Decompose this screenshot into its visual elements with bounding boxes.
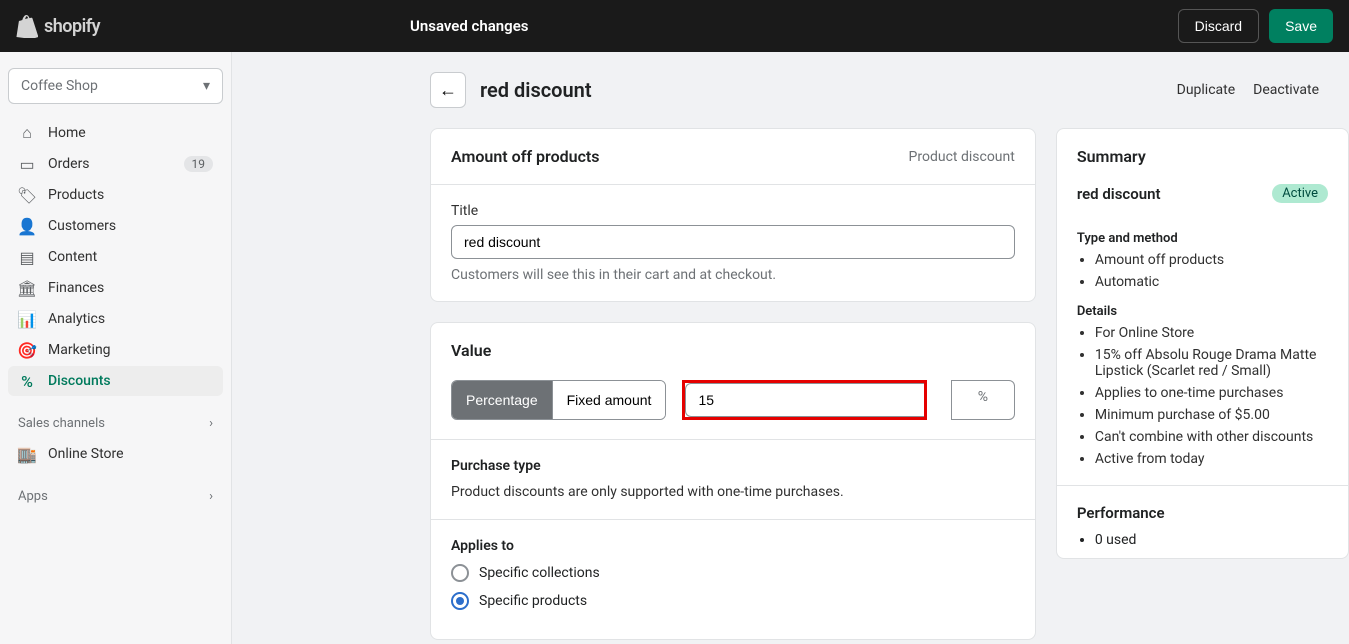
sidebar-item-label: Online Store (48, 446, 124, 462)
sidebar-item-label: Content (48, 249, 97, 265)
chevron-right-icon: › (209, 489, 213, 504)
store-icon: 🏬 (18, 445, 36, 463)
sidebar-item-products[interactable]: 🏷 Products (8, 180, 223, 210)
list-item: 0 used (1095, 532, 1328, 548)
sidebar-item-label: Discounts (48, 373, 111, 389)
sidebar-item-content[interactable]: ▤ Content (8, 242, 223, 272)
radio-products[interactable]: Specific products (451, 592, 1015, 610)
card-heading: Amount off products (451, 147, 600, 166)
sidebar-item-analytics[interactable]: 📊 Analytics (8, 304, 223, 334)
orders-icon: ▭ (18, 155, 36, 173)
performance-heading: Performance (1077, 504, 1328, 522)
save-button[interactable]: Save (1269, 9, 1333, 43)
home-icon: ⌂ (18, 124, 36, 142)
type-method-heading: Type and method (1077, 231, 1328, 246)
sidebar-item-marketing[interactable]: 🎯 Marketing (8, 335, 223, 365)
sidebar-item-label: Home (48, 125, 86, 141)
value-input[interactable] (685, 383, 923, 417)
summary-heading: Summary (1057, 129, 1348, 184)
back-button[interactable]: ← (430, 72, 466, 108)
title-label: Title (451, 203, 1015, 219)
value-heading: Value (451, 341, 1015, 360)
sidebar-item-label: Analytics (48, 311, 105, 327)
radio-icon (451, 592, 469, 610)
sidebar-item-label: Orders (48, 156, 90, 172)
fixed-amount-button[interactable]: Fixed amount (552, 381, 666, 419)
list-item: Minimum purchase of $5.00 (1095, 407, 1328, 423)
list-item: Active from today (1095, 451, 1328, 467)
amount-off-card: Amount off products Product discount Tit… (430, 128, 1036, 302)
discard-button[interactable]: Discard (1178, 9, 1259, 43)
chevron-right-icon: › (209, 416, 213, 431)
sidebar-item-customers[interactable]: 👤 Customers (8, 211, 223, 241)
title-help-text: Customers will see this in their cart an… (451, 267, 1015, 283)
person-icon: 👤 (18, 217, 36, 235)
store-name: Coffee Shop (21, 78, 98, 94)
logo: shopify (16, 14, 100, 38)
radio-icon (451, 564, 469, 582)
sidebar-item-finances[interactable]: 🏛 Finances (8, 273, 223, 303)
discount-type-label: Product discount (909, 149, 1015, 165)
orders-badge: 19 (184, 156, 214, 172)
logo-text: shopify (44, 16, 100, 37)
sales-channels-section[interactable]: Sales channels › (8, 408, 223, 439)
list-item: Automatic (1095, 274, 1328, 290)
purchase-type-text: Product discounts are only supported wit… (451, 484, 1015, 500)
bank-icon: 🏛 (18, 279, 36, 297)
list-item: 15% off Absolu Rouge Drama Matte Lipstic… (1095, 347, 1328, 379)
applies-to-heading: Applies to (451, 538, 1015, 554)
main-content: ← red discount Duplicate Deactivate Amou… (232, 52, 1349, 644)
duplicate-button[interactable]: Duplicate (1177, 82, 1236, 98)
type-method-list: Amount off products Automatic (1077, 252, 1328, 290)
section-label: Sales channels (18, 416, 105, 431)
list-item: Amount off products (1095, 252, 1328, 268)
sidebar: Coffee Shop ▾ ⌂Home ▭Orders19 🏷Products … (0, 52, 232, 644)
tag-icon: 🏷 (18, 186, 36, 204)
shopify-icon (16, 14, 38, 38)
page-title: red discount (480, 78, 592, 102)
details-list: For Online Store 15% off Absolu Rouge Dr… (1077, 325, 1328, 467)
value-type-segmented: Percentage Fixed amount (451, 380, 666, 420)
percent-suffix: % (951, 380, 1015, 420)
sidebar-item-label: Customers (48, 218, 116, 234)
section-label: Apps (18, 489, 48, 504)
purchase-type-heading: Purchase type (451, 458, 1015, 474)
sidebar-item-home[interactable]: ⌂ Home (8, 118, 223, 148)
radio-collections[interactable]: Specific collections (451, 564, 1015, 582)
title-input[interactable] (451, 225, 1015, 259)
value-card: Value Percentage Fixed amount % (430, 322, 1036, 640)
store-selector[interactable]: Coffee Shop ▾ (8, 68, 223, 104)
performance-list: 0 used (1077, 532, 1328, 548)
percentage-button[interactable]: Percentage (452, 381, 552, 419)
details-heading: Details (1077, 304, 1328, 319)
status-badge: Active (1272, 184, 1328, 203)
sidebar-item-label: Products (48, 187, 104, 203)
summary-card: Summary red discount Active Type and met… (1056, 128, 1349, 559)
list-item: Can't combine with other discounts (1095, 429, 1328, 445)
summary-discount-name: red discount (1077, 185, 1161, 203)
radio-label: Specific products (479, 593, 587, 609)
radio-label: Specific collections (479, 565, 600, 581)
sidebar-item-online-store[interactable]: 🏬 Online Store (8, 439, 223, 469)
target-icon: 🎯 (18, 341, 36, 359)
list-item: Applies to one-time purchases (1095, 385, 1328, 401)
sidebar-item-label: Finances (48, 280, 104, 296)
sidebar-item-discounts[interactable]: % Discounts (8, 366, 223, 396)
discount-icon: % (18, 372, 36, 390)
apps-section[interactable]: Apps › (8, 481, 223, 512)
deactivate-button[interactable]: Deactivate (1253, 82, 1319, 98)
value-input-highlight (682, 380, 926, 420)
content-icon: ▤ (18, 248, 36, 266)
sidebar-item-orders[interactable]: ▭ Orders 19 (8, 149, 223, 179)
chart-icon: 📊 (18, 310, 36, 328)
chevron-down-icon: ▾ (203, 78, 210, 94)
topbar: shopify Unsaved changes Discard Save (0, 0, 1349, 52)
arrow-left-icon: ← (439, 80, 457, 101)
sidebar-item-label: Marketing (48, 342, 111, 358)
list-item: For Online Store (1095, 325, 1328, 341)
unsaved-changes-label: Unsaved changes (410, 17, 529, 35)
